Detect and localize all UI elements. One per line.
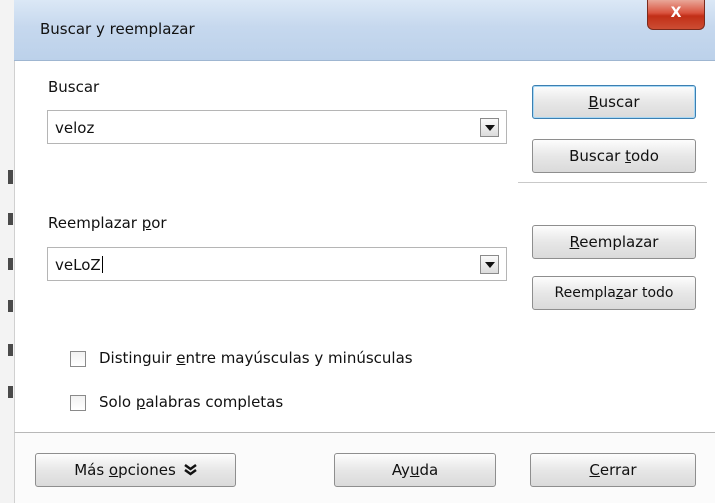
background-mark	[8, 170, 13, 184]
search-label: Buscar	[48, 78, 100, 96]
search-combobox[interactable]: veloz	[47, 110, 507, 144]
dropdown-arrow-icon[interactable]	[480, 118, 499, 137]
whole-words-label[interactable]: Solo palabras completas	[99, 393, 283, 411]
match-case-label[interactable]: Distinguir entre mayúsculas y minúsculas	[99, 349, 413, 367]
button-separator	[518, 182, 707, 183]
text-caret	[101, 256, 103, 273]
background-mark	[8, 258, 13, 270]
more-options-button[interactable]: Más opciones	[35, 453, 236, 487]
background-mark	[8, 213, 13, 225]
whole-words-checkbox[interactable]	[70, 395, 86, 411]
window-title: Buscar y reemplazar	[40, 20, 195, 38]
title-bar: Buscar y reemplazar X	[14, 0, 715, 61]
background-mark	[8, 300, 13, 312]
replace-button[interactable]: Reemplazar	[532, 225, 696, 259]
double-chevron-down-icon	[184, 463, 197, 476]
replace-label: Reemplazar por	[48, 214, 167, 232]
find-button[interactable]: Buscar	[532, 85, 696, 119]
dropdown-arrow-icon[interactable]	[480, 255, 499, 274]
replace-combobox[interactable]: veLoZ	[47, 247, 507, 281]
find-all-button[interactable]: Buscar todo	[532, 139, 696, 173]
dialog-footer: Más opciones Ayuda Cerrar	[14, 432, 715, 503]
background-window-edge	[0, 0, 15, 503]
search-input[interactable]: veloz	[55, 119, 94, 137]
dialog-content: Buscar veloz Buscar Buscar todo Reemplaz…	[14, 61, 715, 432]
replace-all-button[interactable]: Reemplazar todo	[532, 276, 696, 310]
close-icon: X	[670, 5, 682, 21]
background-mark	[8, 386, 13, 398]
background-mark	[8, 344, 13, 356]
help-button[interactable]: Ayuda	[334, 453, 496, 487]
close-button[interactable]: Cerrar	[530, 453, 696, 487]
replace-input[interactable]: veLoZ	[55, 256, 103, 274]
match-case-checkbox[interactable]	[70, 351, 86, 367]
window-close-button[interactable]: X	[647, 0, 705, 30]
